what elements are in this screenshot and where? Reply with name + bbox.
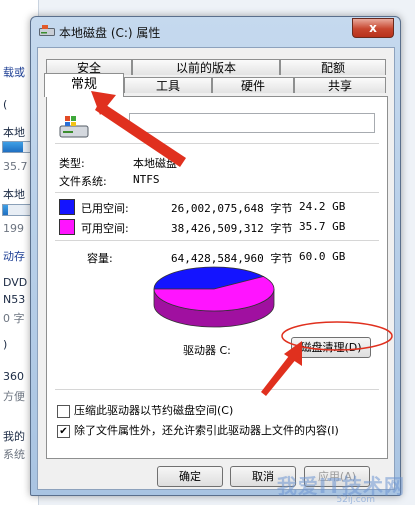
used-space-bytes: 26,002,075,648 字节: [171, 202, 293, 215]
general-tab-panel: 类型: 本地磁盘 文件系统: NTFS 已用空间: 26,002,075,648…: [46, 96, 388, 459]
ok-button[interactable]: 确定: [157, 466, 223, 487]
capacity-gb: 60.0 GB: [299, 250, 346, 263]
free-space-swatch: [59, 219, 75, 235]
tab-tools[interactable]: 工具: [124, 77, 212, 93]
allow-indexing-label: 除了文件属性外，还允许索引此驱动器上文件的内容(I): [74, 424, 339, 437]
file-system-label: 文件系统:: [59, 175, 107, 188]
bg-text-fragment[interactable]: 我的: [3, 428, 25, 444]
drive-name-input[interactable]: [129, 113, 375, 133]
cancel-label: 取消: [252, 470, 274, 483]
capacity-label: 容量:: [87, 252, 113, 265]
checkbox-box[interactable]: [57, 404, 70, 418]
free-space-gb: 35.7 GB: [299, 220, 346, 233]
tab-previous-versions[interactable]: 以前的版本: [132, 59, 280, 75]
watermark-url: 52ij.com: [336, 495, 375, 505]
compress-drive-checkbox[interactable]: 压缩此驱动器以节约磁盘空间(C): [57, 402, 233, 418]
free-space-label: 可用空间:: [81, 222, 129, 235]
disk-cleanup-button[interactable]: 磁盘清理(D): [291, 337, 371, 358]
bg-text-fragment[interactable]: DVD: [3, 276, 27, 289]
drive-letter-label: 驱动器 C:: [183, 344, 231, 357]
allow-indexing-checkbox[interactable]: ✔ 除了文件属性外，还允许索引此驱动器上文件的内容(I): [57, 422, 339, 438]
ok-label: 确定: [179, 470, 201, 483]
bg-text-fragment[interactable]: 本地: [3, 186, 25, 202]
bg-text-fragment: ): [3, 338, 8, 351]
tab-sharing[interactable]: 共享: [294, 77, 386, 93]
bg-text-fragment[interactable]: 360: [3, 370, 24, 383]
tab-hardware[interactable]: 硬件: [212, 77, 294, 93]
close-icon: x: [369, 21, 377, 35]
divider: [55, 192, 379, 193]
used-space-label: 已用空间:: [81, 202, 129, 215]
free-space-bytes: 38,426,509,312 字节: [171, 222, 293, 235]
bg-text-fragment: 系统: [3, 448, 25, 461]
tab-quota[interactable]: 配额: [280, 59, 386, 75]
type-value: 本地磁盘: [133, 157, 177, 170]
disk-cleanup-label: 磁盘清理(D): [300, 341, 362, 354]
used-space-gb: 24.2 GB: [299, 200, 346, 213]
tab-label: 常规: [70, 77, 97, 92]
bg-text-fragment: 动存: [3, 250, 25, 263]
check-icon[interactable]: ✔: [57, 424, 70, 438]
tab-label: 工具: [155, 79, 180, 93]
drive-icon: [59, 116, 89, 138]
drive-icon: [39, 25, 55, 36]
type-label: 类型:: [59, 157, 85, 170]
divider: [55, 240, 379, 241]
dialog-client-area: 安全 以前的版本 配额 常规 工具 硬件 共享 类型: 本地磁盘 文件系统: N…: [37, 47, 395, 490]
properties-dialog: 本地磁盘 (C:) 属性 x 安全 以前的版本 配额 常规 工具 硬件 共享 类…: [30, 16, 401, 496]
tab-label: 共享: [327, 79, 352, 93]
compress-drive-label: 压缩此驱动器以节约磁盘空间(C): [74, 404, 234, 417]
bg-text-fragment: 199: [3, 222, 24, 235]
tab-label: 配额: [320, 61, 345, 75]
bg-text-fragment: 35.7: [3, 160, 28, 173]
close-button[interactable]: x: [352, 18, 394, 38]
tab-general[interactable]: 常规: [44, 73, 124, 97]
dialog-title: 本地磁盘 (C:) 属性: [59, 26, 161, 40]
bg-text-fragment: 载或: [3, 66, 25, 79]
bg-text-fragment: (: [3, 98, 8, 111]
disk-usage-pie-chart: [153, 266, 275, 328]
tab-label: 以前的版本: [175, 61, 236, 75]
title-bar[interactable]: 本地磁盘 (C:) 属性 x: [31, 17, 400, 45]
file-system-value: NTFS: [133, 173, 160, 186]
bg-text-fragment: 0 字: [3, 312, 25, 325]
tab-label: 硬件: [240, 79, 265, 93]
divider: [55, 389, 379, 390]
capacity-bytes: 64,428,584,960 字节: [171, 252, 293, 265]
bg-text-fragment: N53: [3, 293, 26, 306]
bg-text-fragment[interactable]: 本地: [3, 124, 25, 140]
used-space-swatch: [59, 199, 75, 215]
bg-text-fragment: 方便: [3, 390, 25, 403]
divider: [55, 143, 379, 144]
